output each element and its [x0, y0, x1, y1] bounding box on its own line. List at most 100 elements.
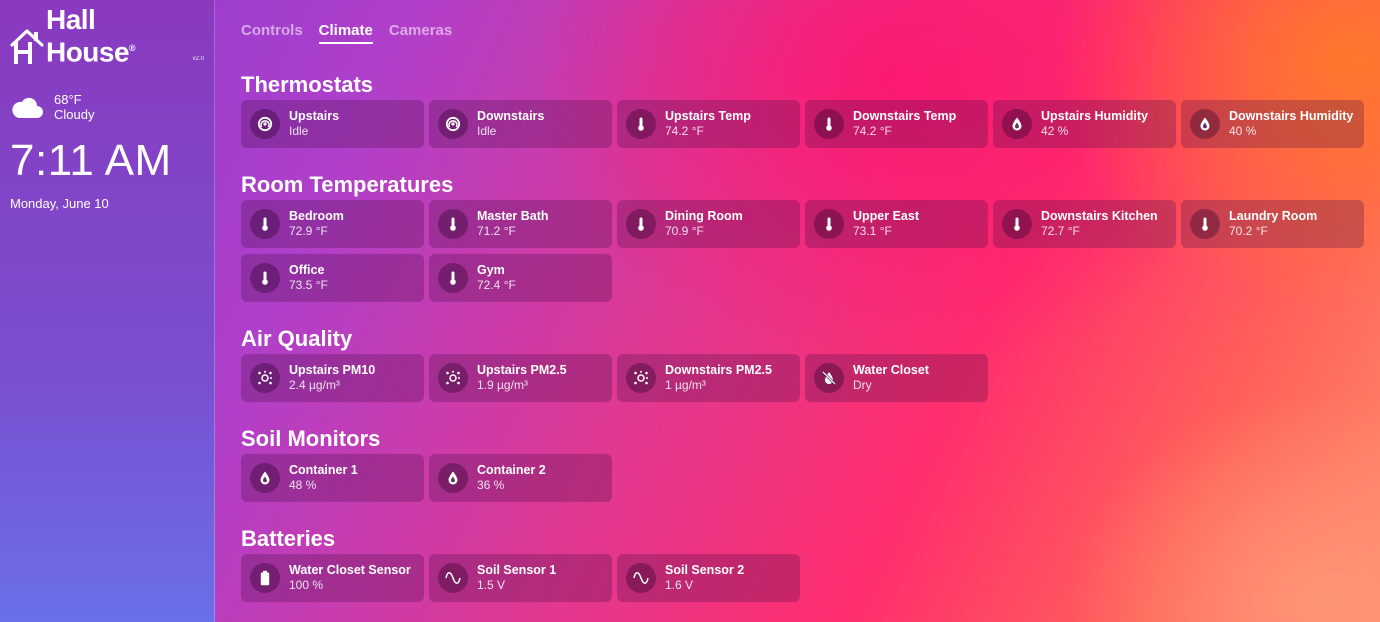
clock-time: 7:11 AM: [10, 136, 172, 185]
card-name: Upper East: [853, 209, 919, 223]
card-name: Downstairs: [477, 109, 545, 123]
card-name: Soil Sensor 1: [477, 563, 557, 577]
card-value: 74.2 °F: [665, 124, 704, 138]
entity-card-water-closet-sensor[interactable]: Water Closet Sensor 100 %: [241, 554, 424, 602]
card-text: Upstairs Idle: [289, 109, 339, 139]
card-text: Water Closet Dry: [853, 363, 929, 393]
thermometer-icon: [814, 109, 844, 139]
entity-card-bedroom[interactable]: Bedroom 72.9 °F: [241, 200, 424, 248]
card-name: Upstairs PM2.5: [477, 363, 567, 377]
card-value: 70.9 °F: [665, 224, 704, 238]
card-value: 2.4 µg/m³: [289, 378, 340, 392]
entity-card-water-closet[interactable]: Water Closet Dry: [805, 354, 988, 402]
thermostat-icon: [438, 109, 468, 139]
card-text: Downstairs Kitchen 72.7 °F: [1041, 209, 1158, 239]
card-text: Container 1 48 %: [289, 463, 358, 493]
card-value: 42 %: [1041, 124, 1069, 138]
card-value: 70.2 °F: [1229, 224, 1268, 238]
card-name: Dining Room: [665, 209, 743, 223]
section-title: Room Temperatures: [241, 172, 454, 197]
card-text: Soil Sensor 2 1.6 V: [665, 563, 744, 593]
card-value: 72.7 °F: [1041, 224, 1080, 238]
entity-card-upstairs-temp[interactable]: Upstairs Temp 74.2 °F: [617, 100, 800, 148]
entity-card-soil-sensor-1[interactable]: Soil Sensor 1 1.5 V: [429, 554, 612, 602]
card-text: Downstairs Temp 74.2 °F: [853, 109, 956, 139]
clock-date: Monday, June 10: [10, 196, 109, 211]
tab-climate[interactable]: Climate: [318, 22, 373, 44]
card-name: Downstairs Humidity: [1229, 109, 1354, 123]
card-name: Gym: [477, 263, 505, 277]
card-name: Container 2: [477, 463, 546, 477]
entity-card-upstairs-pm2-5[interactable]: Upstairs PM2.5 1.9 µg/m³: [429, 354, 612, 402]
section-title: Batteries: [241, 526, 336, 551]
thermometer-icon: [438, 209, 468, 239]
thermometer-icon: [250, 209, 280, 239]
card-text: Upper East 73.1 °F: [853, 209, 919, 239]
card-text: Upstairs Humidity 42 %: [1041, 109, 1148, 139]
section-air-quality: Air Quality Upstairs PM10 2.4 µg/m³ Upstair…: [241, 324, 1364, 402]
card-grid: Container 1 48 % Container 2 36 %: [241, 454, 1364, 502]
battery-icon: [250, 563, 280, 593]
section-batteries: Batteries Water Closet Sensor 100 % Soil Se…: [241, 524, 1364, 602]
card-text: Container 2 36 %: [477, 463, 546, 493]
thermometer-icon: [626, 209, 656, 239]
card-value: 73.1 °F: [853, 224, 892, 238]
particles-icon: [250, 363, 280, 393]
section-room-temperatures: Room Temperatures Bedroom 72.9 °F Master Ba…: [241, 170, 1364, 302]
tab-bar: Controls Climate Cameras: [241, 22, 1380, 44]
entity-card-downstairs[interactable]: Downstairs Idle: [429, 100, 612, 148]
entity-card-downstairs-temp[interactable]: Downstairs Temp 74.2 °F: [805, 100, 988, 148]
weather-widget: 68°F Cloudy: [10, 92, 204, 122]
thermometer-icon: [814, 209, 844, 239]
thermometer-icon: [626, 109, 656, 139]
tab-controls[interactable]: Controls: [241, 22, 303, 44]
section-soil-monitors: Soil Monitors Container 1 48 % Container 23…: [241, 424, 1364, 502]
house-logo-icon: [10, 29, 44, 64]
entity-card-upstairs[interactable]: Upstairs Idle: [241, 100, 424, 148]
entity-card-downstairs-humidity[interactable]: Downstairs Humidity 40 %: [1181, 100, 1364, 148]
entity-card-gym[interactable]: Gym 72.4 °F: [429, 254, 612, 302]
card-text: Upstairs Temp 74.2 °F: [665, 109, 751, 139]
entity-card-dining-room[interactable]: Dining Room 70.9 °F: [617, 200, 800, 248]
thermostat-icon: [250, 109, 280, 139]
card-value: 100 %: [289, 578, 324, 592]
entity-card-soil-sensor-2[interactable]: Soil Sensor 2 1.6 V: [617, 554, 800, 602]
card-name: Soil Sensor 2: [665, 563, 745, 577]
card-name: Water Closet: [853, 363, 929, 377]
section-title: Thermostats: [241, 72, 374, 97]
card-text: Upstairs PM2.5 1.9 µg/m³: [477, 363, 567, 393]
card-name: Downstairs Temp: [853, 109, 957, 123]
entity-card-upstairs-pm10[interactable]: Upstairs PM10 2.4 µg/m³: [241, 354, 424, 402]
entity-card-master-bath[interactable]: Master Bath 71.2 °F: [429, 200, 612, 248]
card-value: Idle: [289, 124, 309, 138]
card-text: Dining Room 70.9 °F: [665, 209, 743, 239]
weather-condition: Cloudy: [54, 107, 95, 122]
entity-card-office[interactable]: Office 73.5 °F: [241, 254, 424, 302]
card-text: Master Bath 71.2 °F: [477, 209, 549, 239]
logo: Hall House® v2.0: [10, 5, 204, 66]
entity-card-downstairs-pm2-5[interactable]: Downstairs PM2.5 1 µg/m³: [617, 354, 800, 402]
water-drop-icon: [1002, 109, 1032, 139]
entity-card-laundry-room[interactable]: Laundry Room 70.2 °F: [1181, 200, 1364, 248]
water-drop-icon: [250, 463, 280, 493]
entity-card-container-1[interactable]: Container 1 48 %: [241, 454, 424, 502]
card-grid: Upstairs PM10 2.4 µg/m³ Upstairs PM2.5 1.9 …: [241, 354, 1364, 402]
card-text: Downstairs PM2.5 1 µg/m³: [665, 363, 772, 393]
tab-cameras[interactable]: Cameras: [389, 22, 452, 44]
thermometer-icon: [1190, 209, 1220, 239]
card-value: 71.2 °F: [477, 224, 516, 238]
sidebar: Hall House® v2.0 68°F Cloudy 7:11 AM Mon…: [0, 0, 215, 622]
card-value: 73.5 °F: [289, 278, 328, 292]
card-text: Downstairs Humidity 40 %: [1229, 109, 1353, 139]
card-name: Downstairs PM2.5: [665, 363, 772, 377]
entity-card-container-2[interactable]: Container 2 36 %: [429, 454, 612, 502]
section-title: Air Quality: [241, 326, 353, 351]
card-name: Water Closet Sensor: [289, 563, 411, 577]
card-value: 72.4 °F: [477, 278, 516, 292]
card-text: Upstairs PM10 2.4 µg/m³: [289, 363, 375, 393]
entity-card-downstairs-kitchen[interactable]: Downstairs Kitchen 72.7 °F: [993, 200, 1176, 248]
entity-card-upper-east[interactable]: Upper East 73.1 °F: [805, 200, 988, 248]
card-name: Upstairs PM10: [289, 363, 376, 377]
entity-card-upstairs-humidity[interactable]: Upstairs Humidity 42 %: [993, 100, 1176, 148]
card-name: Bedroom: [289, 209, 344, 223]
